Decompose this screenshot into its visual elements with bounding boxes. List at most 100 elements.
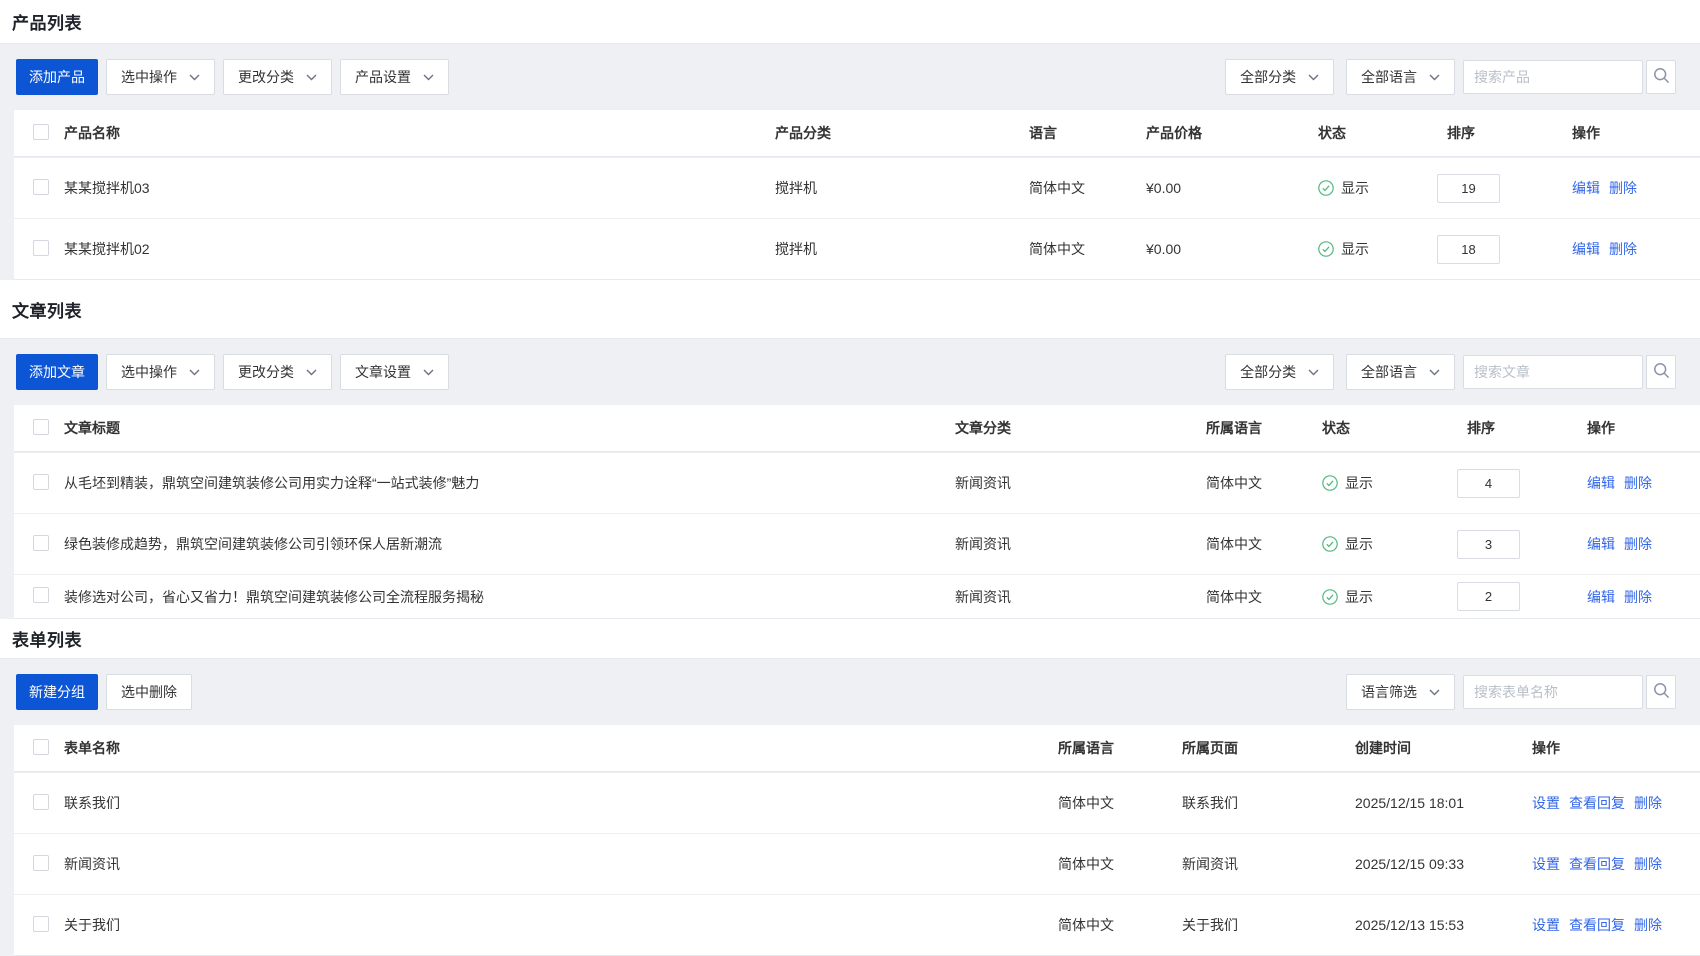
status-badge: 显示 bbox=[1322, 534, 1457, 554]
products-toolbar: 添加产品 选中操作 更改分类 产品设置 全部分类 全部语言 bbox=[0, 44, 1700, 110]
settings-link[interactable]: 设置 bbox=[1532, 856, 1560, 872]
selected-action-label: 选中操作 bbox=[121, 362, 177, 382]
select-all-checkbox[interactable] bbox=[33, 739, 49, 755]
form-page: 联系我们 bbox=[1182, 793, 1355, 813]
chevron-down-icon bbox=[306, 74, 317, 81]
selected-action-dropdown[interactable]: 选中操作 bbox=[106, 354, 215, 390]
article-language: 简体中文 bbox=[1206, 587, 1322, 607]
selected-action-dropdown[interactable]: 选中操作 bbox=[106, 59, 215, 95]
products-table-header: 产品名称 产品分类 语言 产品价格 状态 排序 操作 bbox=[14, 110, 1700, 157]
forms-filters: 语言筛选 bbox=[1338, 674, 1455, 710]
article-category: 新闻资讯 bbox=[955, 534, 1206, 554]
view-replies-link[interactable]: 查看回复 bbox=[1569, 856, 1625, 872]
category-filter-dropdown[interactable]: 全部分类 bbox=[1225, 59, 1334, 95]
form-page: 新闻资讯 bbox=[1182, 854, 1355, 874]
sort-input[interactable] bbox=[1457, 582, 1520, 611]
language-filter-dropdown[interactable]: 全部语言 bbox=[1346, 59, 1455, 95]
select-all-checkbox[interactable] bbox=[33, 124, 49, 140]
products-title-band: 产品列表 bbox=[0, 0, 1700, 44]
edit-link[interactable]: 编辑 bbox=[1572, 180, 1600, 196]
row-checkbox[interactable] bbox=[33, 587, 49, 603]
articles-filters: 全部分类 全部语言 bbox=[1217, 354, 1455, 390]
language-filter-label: 全部语言 bbox=[1361, 362, 1417, 382]
change-category-dropdown[interactable]: 更改分类 bbox=[223, 354, 332, 390]
status-label: 显示 bbox=[1345, 534, 1373, 554]
forms-title-band: 表单列表 bbox=[0, 619, 1700, 659]
column-header: 文章标题 bbox=[64, 418, 955, 438]
table-row: 某某搅拌机03 搅拌机 简体中文 ¥0.00 显示 编辑删除 bbox=[14, 157, 1700, 218]
row-checkbox[interactable] bbox=[33, 916, 49, 932]
form-search-button[interactable] bbox=[1646, 675, 1676, 709]
selected-action-label: 选中操作 bbox=[121, 67, 177, 87]
sort-input[interactable] bbox=[1437, 174, 1500, 203]
form-search bbox=[1463, 675, 1676, 709]
article-settings-dropdown[interactable]: 文章设置 bbox=[340, 354, 449, 390]
sort-input[interactable] bbox=[1457, 469, 1520, 498]
view-replies-link[interactable]: 查看回复 bbox=[1569, 917, 1625, 933]
edit-link[interactable]: 编辑 bbox=[1587, 475, 1615, 491]
search-icon bbox=[1653, 682, 1670, 702]
delete-link[interactable]: 删除 bbox=[1624, 475, 1652, 491]
delete-selected-button[interactable]: 选中删除 bbox=[106, 674, 192, 710]
row-checkbox[interactable] bbox=[33, 535, 49, 551]
product-price: ¥0.00 bbox=[1146, 241, 1318, 257]
category-filter-dropdown[interactable]: 全部分类 bbox=[1225, 354, 1334, 390]
delete-link[interactable]: 删除 bbox=[1624, 536, 1652, 552]
delete-link[interactable]: 删除 bbox=[1609, 241, 1637, 257]
form-name: 关于我们 bbox=[64, 915, 1058, 935]
edit-link[interactable]: 编辑 bbox=[1572, 241, 1600, 257]
table-row: 从毛坯到精装，鼎筑空间建筑装修公司用实力诠释“一站式装修”魅力 新闻资讯 简体中… bbox=[14, 452, 1700, 513]
language-filter-dropdown[interactable]: 语言筛选 bbox=[1346, 674, 1455, 710]
column-header: 表单名称 bbox=[64, 738, 1058, 758]
article-search-button[interactable] bbox=[1646, 355, 1676, 389]
form-language: 简体中文 bbox=[1058, 915, 1182, 935]
delete-link[interactable]: 删除 bbox=[1634, 795, 1662, 811]
form-search-input[interactable] bbox=[1463, 675, 1643, 709]
product-settings-dropdown[interactable]: 产品设置 bbox=[340, 59, 449, 95]
article-search bbox=[1463, 355, 1676, 389]
delete-link[interactable]: 删除 bbox=[1634, 917, 1662, 933]
chevron-down-icon bbox=[189, 369, 200, 376]
edit-link[interactable]: 编辑 bbox=[1587, 536, 1615, 552]
add-article-button[interactable]: 添加文章 bbox=[16, 354, 98, 390]
article-title: 从毛坯到精装，鼎筑空间建筑装修公司用实力诠释“一站式装修”魅力 bbox=[64, 473, 955, 493]
delete-link[interactable]: 删除 bbox=[1624, 589, 1652, 605]
product-settings-label: 产品设置 bbox=[355, 67, 411, 87]
product-category: 搅拌机 bbox=[775, 239, 1029, 259]
new-group-button[interactable]: 新建分组 bbox=[16, 674, 98, 710]
form-created-time: 2025/12/15 18:01 bbox=[1355, 795, 1532, 811]
product-name: 某某搅拌机02 bbox=[64, 239, 775, 259]
delete-link[interactable]: 删除 bbox=[1634, 856, 1662, 872]
row-actions: 设置查看回复删除 bbox=[1532, 793, 1700, 813]
product-search-button[interactable] bbox=[1646, 60, 1676, 94]
table-row: 装修选对公司，省心又省力！鼎筑空间建筑装修公司全流程服务揭秘 新闻资讯 简体中文… bbox=[14, 574, 1700, 618]
table-row: 某某搅拌机02 搅拌机 简体中文 ¥0.00 显示 编辑删除 bbox=[14, 218, 1700, 279]
row-checkbox[interactable] bbox=[33, 794, 49, 810]
row-checkbox[interactable] bbox=[33, 240, 49, 256]
sort-input[interactable] bbox=[1457, 530, 1520, 559]
language-filter-dropdown[interactable]: 全部语言 bbox=[1346, 354, 1455, 390]
product-search-input[interactable] bbox=[1463, 60, 1643, 94]
select-all-checkbox[interactable] bbox=[33, 419, 49, 435]
article-search-input[interactable] bbox=[1463, 355, 1643, 389]
table-row: 新闻资讯 简体中文 新闻资讯 2025/12/15 09:33 设置查看回复删除 bbox=[14, 833, 1700, 894]
articles-table: 文章标题 文章分类 所属语言 状态 排序 操作 从毛坯到精装，鼎筑空间建筑装修公… bbox=[14, 405, 1700, 619]
article-language: 简体中文 bbox=[1206, 473, 1322, 493]
row-checkbox[interactable] bbox=[33, 179, 49, 195]
change-category-dropdown[interactable]: 更改分类 bbox=[223, 59, 332, 95]
column-header: 状态 bbox=[1322, 418, 1457, 438]
settings-link[interactable]: 设置 bbox=[1532, 795, 1560, 811]
row-actions: 编辑删除 bbox=[1572, 178, 1700, 198]
edit-link[interactable]: 编辑 bbox=[1587, 589, 1615, 605]
row-checkbox[interactable] bbox=[33, 474, 49, 490]
form-name: 联系我们 bbox=[64, 793, 1058, 813]
settings-link[interactable]: 设置 bbox=[1532, 917, 1560, 933]
column-header: 操作 bbox=[1587, 418, 1700, 438]
view-replies-link[interactable]: 查看回复 bbox=[1569, 795, 1625, 811]
delete-link[interactable]: 删除 bbox=[1609, 180, 1637, 196]
add-product-button[interactable]: 添加产品 bbox=[16, 59, 98, 95]
row-checkbox[interactable] bbox=[33, 855, 49, 871]
sort-input[interactable] bbox=[1437, 235, 1500, 264]
chevron-down-icon bbox=[306, 369, 317, 376]
status-label: 显示 bbox=[1345, 473, 1373, 493]
